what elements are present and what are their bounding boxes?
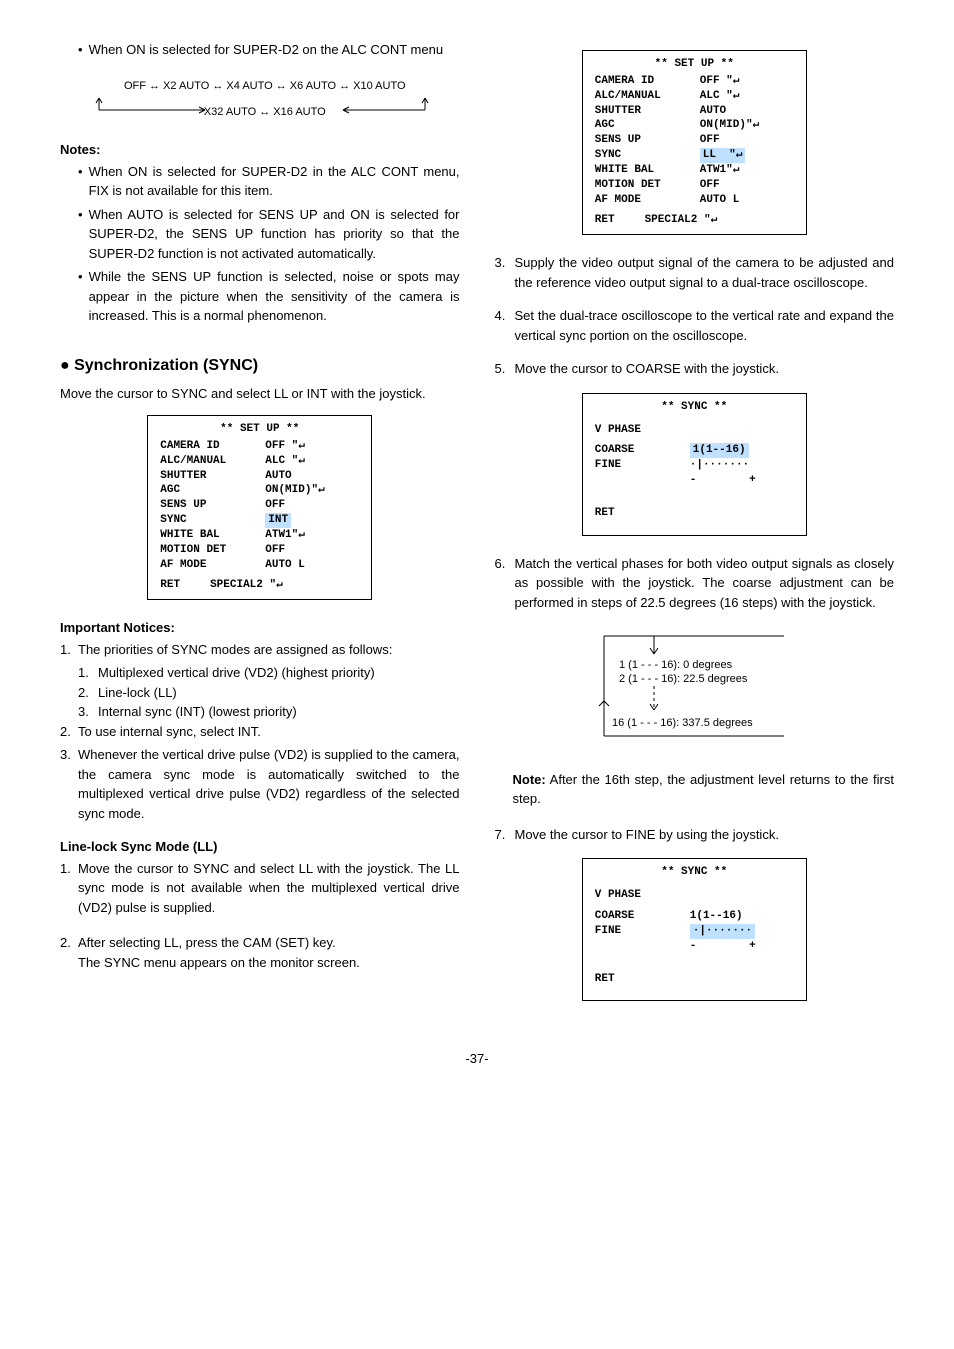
bullet-text: When ON is selected for SUPER-D2 on the … xyxy=(89,40,460,60)
note-item: •When AUTO is selected for SENS UP and O… xyxy=(78,205,460,264)
step-6: 6.Match the vertical phases for both vid… xyxy=(495,554,895,613)
notice-sub: 3.Internal sync (INT) (lowest priority) xyxy=(78,702,460,722)
ll-step: 1.Move the cursor to SYNC and select LL … xyxy=(60,859,460,918)
ll-step: 2.After selecting LL, press the CAM (SET… xyxy=(60,933,460,972)
step-5: 5.Move the cursor to COARSE with the joy… xyxy=(495,359,895,379)
setup-menu-ll: ** SET UP ** CAMERA IDOFF "↵ ALC/MANUALA… xyxy=(582,50,807,235)
note-inline: Note: After the 16th step, the adjustmen… xyxy=(513,770,895,809)
notice-item: 2.To use internal sync, select INT. xyxy=(60,722,460,742)
coarse-highlight: 1(1--16) xyxy=(690,443,749,458)
notice-sub: 2.Line-lock (LL) xyxy=(78,683,460,703)
sync-menu-fine: ** SYNC ** V PHASE COARSE1(1--16) FINE·|… xyxy=(582,858,807,1001)
step-3: 3.Supply the video output signal of the … xyxy=(495,253,895,292)
fine-highlight: ·|······· xyxy=(690,924,755,939)
notice-sub: 1.Multiplexed vertical drive (VD2) (high… xyxy=(78,663,460,683)
degree-diagram: 1 (1 - - - 16): 0 degrees 2 (1 - - - 16)… xyxy=(584,626,804,752)
notes-header: Notes: xyxy=(60,140,460,160)
sync-value-highlight: LL "↵ xyxy=(700,148,746,163)
note-item: •When ON is selected for SUPER-D2 in the… xyxy=(78,162,460,201)
setup-menu-int: ** SET UP ** CAMERA IDOFF "↵ ALC/MANUALA… xyxy=(147,415,372,600)
important-notices-header: Important Notices: xyxy=(60,618,460,638)
sync-intro: Move the cursor to SYNC and select LL or… xyxy=(60,384,460,404)
sync-value-highlight: INT xyxy=(265,513,291,528)
ll-mode-header: Line-lock Sync Mode (LL) xyxy=(60,837,460,857)
sync-heading: Synchronization (SYNC) xyxy=(60,354,460,378)
note-item: •While the SENS UP function is selected,… xyxy=(78,267,460,326)
flow-line-1: OFF ↔ X2 AUTO ↔ X4 AUTO ↔ X6 AUTO ↔ X10 … xyxy=(70,78,460,95)
notice-item: 3.Whenever the vertical drive pulse (VD2… xyxy=(60,745,460,823)
page-number: -37- xyxy=(60,1049,894,1069)
sync-menu-coarse: ** SYNC ** V PHASE COARSE1(1--16) FINE·|… xyxy=(582,393,807,536)
bullet-dot: • xyxy=(78,40,83,60)
svg-text:2 (1 - - - 16): 22.5 degrees: 2 (1 - - - 16): 22.5 degrees xyxy=(619,673,748,685)
svg-text:16 (1 - - - 16): 337.5 degrees: 16 (1 - - - 16): 337.5 degrees xyxy=(612,717,753,729)
step-4: 4.Set the dual-trace oscilloscope to the… xyxy=(495,306,895,345)
step-7: 7.Move the cursor to FINE by using the j… xyxy=(495,825,895,845)
sens-up-flow-diagram: OFF ↔ X2 AUTO ↔ X4 AUTO ↔ X6 AUTO ↔ X10 … xyxy=(70,78,460,121)
bullet-item: • When ON is selected for SUPER-D2 on th… xyxy=(78,40,460,60)
svg-text:1 (1 - - - 16): 0 degrees: 1 (1 - - - 16): 0 degrees xyxy=(619,659,733,671)
menu-title: ** SET UP ** xyxy=(595,57,794,72)
menu-title: ** SET UP ** xyxy=(160,422,359,437)
notice-item: 1.The priorities of SYNC modes are assig… xyxy=(60,640,460,660)
